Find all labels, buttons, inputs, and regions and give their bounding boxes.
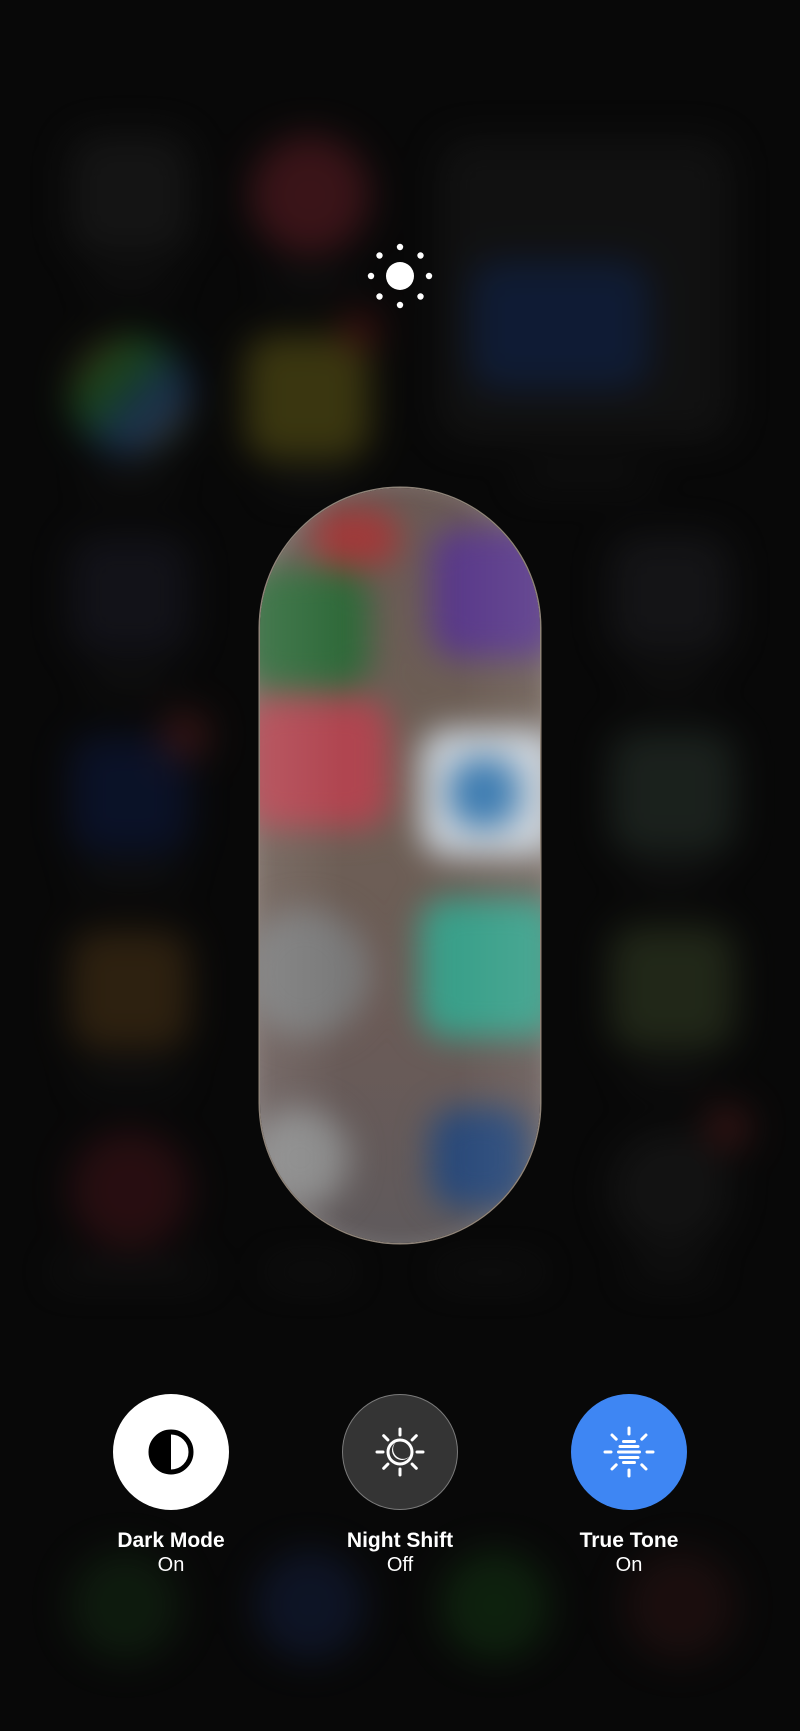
night-shift-button[interactable] xyxy=(342,1394,458,1510)
true-tone-button[interactable] xyxy=(571,1394,687,1510)
dark-mode-toggle[interactable]: Dark Mode On xyxy=(76,1394,266,1578)
night-shift-icon xyxy=(375,1427,425,1477)
dark-mode-label: Dark Mode xyxy=(117,1529,225,1552)
dark-mode-state: On xyxy=(157,1554,185,1576)
night-shift-toggle[interactable]: Night Shift Off xyxy=(305,1394,495,1578)
control-center-brightness-screen: Dark Mode On Night Shift Off True Tone O… xyxy=(0,0,800,1731)
night-shift-label: Night Shift xyxy=(346,1529,454,1552)
dark-mode-button[interactable] xyxy=(113,1394,229,1510)
dark-mode-icon xyxy=(148,1429,194,1475)
true-tone-toggle[interactable]: True Tone On xyxy=(534,1394,724,1578)
sun-icon xyxy=(367,243,433,309)
true-tone-icon xyxy=(603,1426,655,1478)
true-tone-label: True Tone xyxy=(579,1529,679,1552)
slider-sheen xyxy=(260,488,540,1243)
night-shift-state: Off xyxy=(386,1554,414,1576)
brightness-slider[interactable] xyxy=(260,488,540,1243)
true-tone-state: On xyxy=(615,1554,643,1576)
